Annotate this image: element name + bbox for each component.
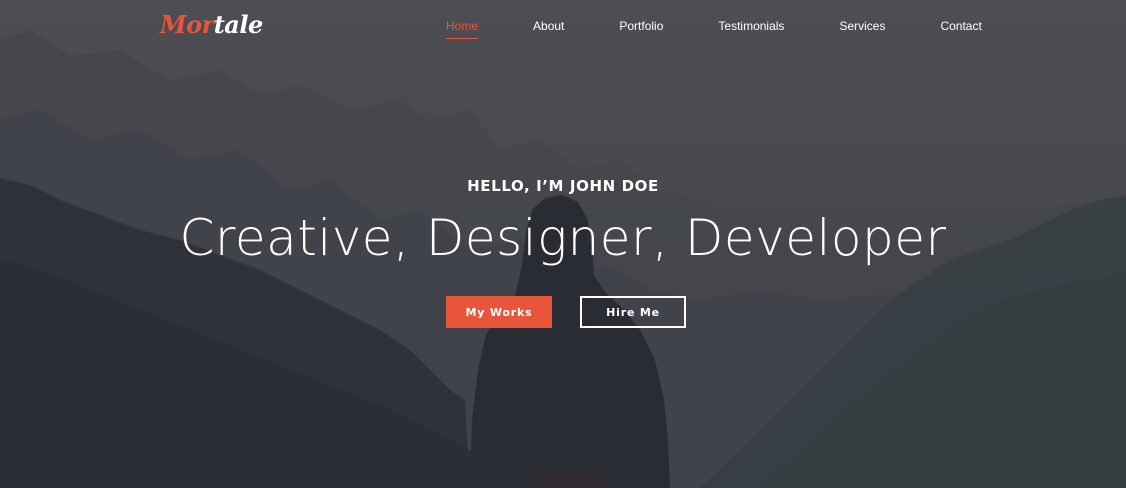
nav-link-testimonials[interactable]: Testimonials [718, 18, 784, 38]
cta-buttons: My Works Hire Me [0, 296, 1126, 328]
nav-link-portfolio[interactable]: Portfolio [619, 18, 663, 38]
nav-link-services[interactable]: Services [839, 18, 885, 38]
hero-headline: Creative, Designer, Developer [179, 209, 947, 267]
brand-logo[interactable]: Mortale [160, 8, 263, 42]
navbar: Mortale Home About Portfolio Testimonial… [0, 0, 1126, 52]
hero-section: Mortale Home About Portfolio Testimonial… [0, 0, 1126, 488]
hire-me-button[interactable]: Hire Me [580, 296, 686, 328]
hero-greeting: HELLO, I’M JOHN DOE [467, 177, 659, 195]
logo-text-main: tale [213, 10, 264, 39]
main-navigation: Home About Portfolio Testimonials Servic… [446, 18, 982, 39]
hero-content: HELLO, I’M JOHN DOE Creative, Designer, … [0, 172, 1126, 328]
my-works-button[interactable]: My Works [446, 296, 552, 328]
nav-link-contact[interactable]: Contact [940, 18, 981, 38]
logo-text-accent: Mor [160, 10, 214, 39]
nav-link-home[interactable]: Home [446, 18, 479, 39]
nav-link-about[interactable]: About [533, 18, 564, 38]
